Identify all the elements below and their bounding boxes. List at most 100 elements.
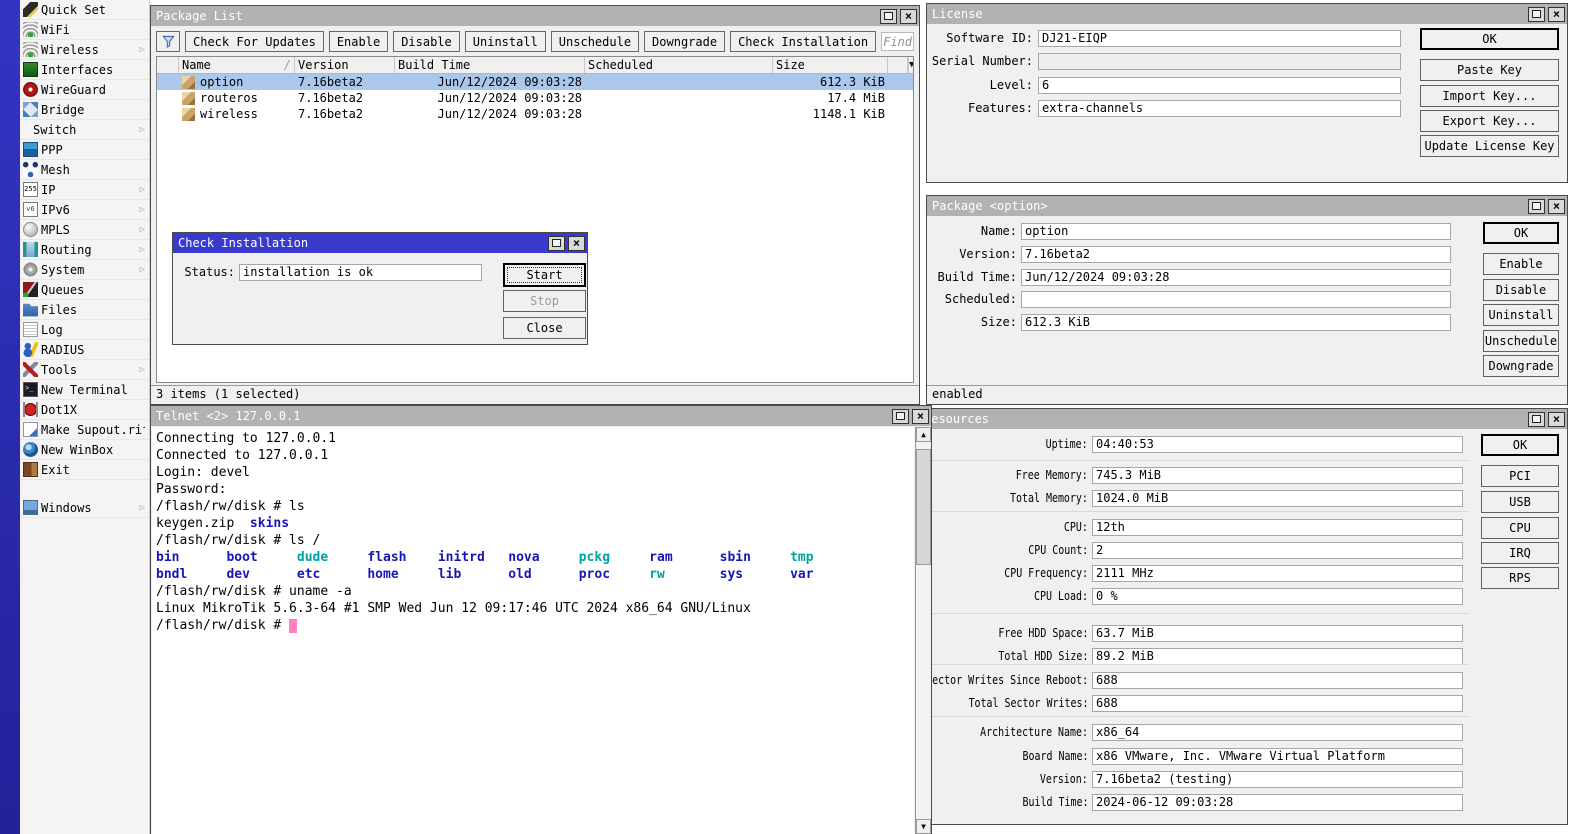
close-button[interactable]: ×	[1548, 199, 1565, 214]
import-key-button[interactable]: Import Key...	[1420, 85, 1559, 107]
unschedule-button[interactable]: Unschedule	[1483, 330, 1559, 352]
start-button[interactable]: Start	[503, 263, 586, 287]
table-row[interactable]: option7.16beta2Jun/12/2024 09:03:28612.3…	[157, 74, 913, 90]
field-size[interactable]: 612.3 KiB	[1021, 314, 1451, 331]
scrollbar-thumb[interactable]	[916, 449, 931, 565]
maximize-button[interactable]	[892, 409, 909, 424]
sidebar-item-bridge[interactable]: Bridge	[20, 100, 149, 120]
status-field[interactable]: installation is ok	[239, 264, 482, 281]
maximize-button[interactable]	[548, 236, 565, 251]
sidebar-item-switch[interactable]: Switch▷	[20, 120, 149, 140]
enable-button[interactable]: Enable	[329, 31, 388, 52]
sidebar-item-ip[interactable]: IP▷	[20, 180, 149, 200]
column-header-build-time[interactable]: Build Time	[395, 57, 585, 73]
sidebar-item-interfaces[interactable]: Interfaces	[20, 60, 149, 80]
field-cpu-frequency[interactable]: 2111 MHz	[1092, 565, 1463, 582]
column-menu-button[interactable]: ▼	[908, 57, 914, 73]
column-header-scheduled[interactable]: Scheduled	[585, 57, 773, 73]
field-total-memory[interactable]: 1024.0 MiB	[1092, 490, 1463, 507]
table-row[interactable]: wireless7.16beta2Jun/12/2024 09:03:28114…	[157, 106, 913, 122]
check-for-updates-button[interactable]: Check For Updates	[185, 31, 324, 52]
maximize-button[interactable]	[1528, 7, 1545, 22]
titlebar-resources[interactable]: Resources ×	[909, 409, 1567, 429]
disable-button[interactable]: Disable	[1483, 279, 1559, 301]
sidebar-item-quick-set[interactable]: Quick Set	[20, 0, 149, 20]
field-architecture-name[interactable]: x86_64	[1092, 724, 1463, 741]
pci-button[interactable]: PCI	[1481, 465, 1559, 487]
titlebar-license[interactable]: License ×	[927, 4, 1567, 24]
close-button[interactable]: ×	[1548, 412, 1565, 427]
field-build-time[interactable]: Jun/12/2024 09:03:28	[1021, 269, 1451, 286]
field-features[interactable]: extra-channels	[1038, 100, 1401, 117]
filter-button[interactable]	[156, 31, 180, 52]
maximize-button[interactable]	[1528, 199, 1545, 214]
close-button[interactable]: ×	[912, 409, 929, 424]
cpu-button[interactable]: CPU	[1481, 517, 1559, 539]
sidebar-item-windows[interactable]: Windows▷	[20, 498, 149, 518]
sidebar-item-wireguard[interactable]: WireGuard	[20, 80, 149, 100]
ok-button[interactable]: OK	[1481, 434, 1559, 456]
sidebar-item-make-supout-rif[interactable]: Make Supout.rif	[20, 420, 149, 440]
scroll-up-button[interactable]: ▲	[916, 427, 931, 442]
column-header-size[interactable]: Size	[773, 57, 888, 73]
sidebar-item-radius[interactable]: RADIUS	[20, 340, 149, 360]
field-board-name[interactable]: x86 VMware, Inc. VMware Virtual Platform	[1092, 748, 1463, 765]
table-row[interactable]: routeros7.16beta2Jun/12/2024 09:03:2817.…	[157, 90, 913, 106]
field-scheduled[interactable]	[1021, 291, 1451, 308]
sidebar-item-queues[interactable]: Queues	[20, 280, 149, 300]
disable-button[interactable]: Disable	[393, 31, 460, 52]
sidebar-item-new-winbox[interactable]: New WinBox	[20, 440, 149, 460]
update-license-key-button[interactable]: Update License Key	[1420, 135, 1559, 157]
sidebar-item-mesh[interactable]: Mesh	[20, 160, 149, 180]
terminal-output[interactable]: Connecting to 127.0.0.1Connected to 127.…	[152, 427, 914, 834]
column-header-name[interactable]: Name/	[179, 57, 295, 73]
column-header-blank-0[interactable]	[157, 57, 179, 73]
field-level[interactable]: 6	[1038, 77, 1401, 94]
check-installation-button[interactable]: Check Installation	[730, 31, 876, 52]
paste-key-button[interactable]: Paste Key	[1420, 59, 1559, 81]
rps-button[interactable]: RPS	[1481, 567, 1559, 589]
close-button[interactable]: Close	[503, 317, 586, 339]
column-header-version[interactable]: Version	[295, 57, 395, 73]
field-uptime[interactable]: 04:40:53	[1092, 436, 1463, 453]
enable-button[interactable]: Enable	[1483, 253, 1559, 275]
field-serial-number[interactable]	[1038, 53, 1401, 70]
close-button[interactable]: ×	[1548, 7, 1565, 22]
sidebar-item-ipv6[interactable]: IPv6▷	[20, 200, 149, 220]
ok-button[interactable]: OK	[1483, 222, 1559, 244]
export-key-button[interactable]: Export Key...	[1420, 110, 1559, 132]
sidebar-item-tools[interactable]: Tools▷	[20, 360, 149, 380]
field-name[interactable]: option	[1021, 223, 1451, 240]
sidebar-item-new-terminal[interactable]: New Terminal	[20, 380, 149, 400]
sidebar-item-system[interactable]: System▷	[20, 260, 149, 280]
unschedule-button[interactable]: Unschedule	[551, 31, 639, 52]
field-cpu[interactable]: 12th	[1092, 519, 1463, 536]
downgrade-button[interactable]: Downgrade	[1483, 355, 1559, 377]
field-total-hdd-size[interactable]: 89.2 MiB	[1092, 648, 1463, 665]
ok-button[interactable]: OK	[1420, 28, 1559, 50]
field-version[interactable]: 7.16beta2 (testing)	[1092, 771, 1463, 788]
sidebar-item-log[interactable]: Log	[20, 320, 149, 340]
uninstall-button[interactable]: Uninstall	[465, 31, 546, 52]
sidebar-item-exit[interactable]: Exit	[20, 460, 149, 480]
maximize-button[interactable]	[880, 9, 897, 24]
column-header-blank-6[interactable]	[888, 57, 908, 73]
titlebar-package-option[interactable]: Package <option> ×	[927, 196, 1567, 216]
titlebar-check-installation[interactable]: Check Installation ×	[173, 233, 587, 253]
field-cpu-load[interactable]: 0 %	[1092, 588, 1463, 605]
sidebar-item-mpls[interactable]: MPLS▷	[20, 220, 149, 240]
field-software-id[interactable]: DJ21-EIQP	[1038, 30, 1401, 47]
titlebar-telnet[interactable]: Telnet <2> 127.0.0.1 ×	[151, 406, 931, 426]
field-cpu-count[interactable]: 2	[1092, 542, 1463, 559]
sidebar-item-dot1x[interactable]: Dot1X	[20, 400, 149, 420]
usb-button[interactable]: USB	[1481, 491, 1559, 513]
terminal-scrollbar[interactable]: ▲ ▼	[915, 427, 931, 834]
close-button[interactable]: ×	[900, 9, 917, 24]
sidebar-item-files[interactable]: Files	[20, 300, 149, 320]
field-version[interactable]: 7.16beta2	[1021, 246, 1451, 263]
find-button[interactable]: Find	[881, 32, 914, 51]
sidebar-item-wireless[interactable]: Wireless▷	[20, 40, 149, 60]
field-build-time[interactable]: 2024-06-12 09:03:28	[1092, 794, 1463, 811]
scroll-down-button[interactable]: ▼	[916, 819, 931, 834]
field-total-sector-writes[interactable]: 688	[1092, 695, 1463, 712]
